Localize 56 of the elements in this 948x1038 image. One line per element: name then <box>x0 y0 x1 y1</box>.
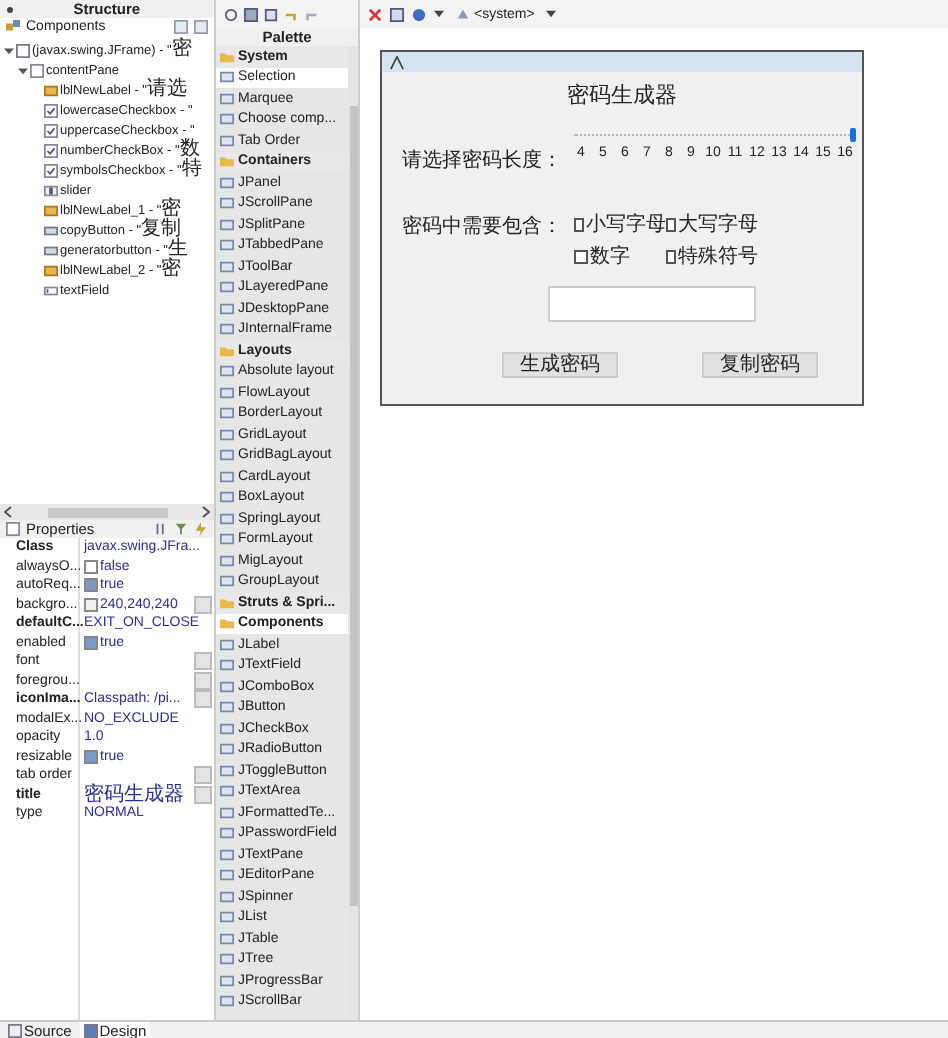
copy-button[interactable]: 复制密码 <box>702 352 818 378</box>
expand-all-icon[interactable] <box>174 20 188 34</box>
checkbox[interactable] <box>84 635 98 650</box>
color-swatch <box>84 597 98 612</box>
app-icon <box>390 55 404 69</box>
checkbox[interactable] <box>84 749 98 764</box>
include-label: 密码中需要包含： <box>402 213 562 240</box>
expand-arrow-icon[interactable] <box>18 65 28 75</box>
option-checkbox[interactable]: 小写字母 <box>574 210 666 238</box>
dropdown-arrow-icon[interactable] <box>546 10 557 18</box>
length-slider[interactable] <box>574 128 854 140</box>
window-icon <box>16 43 30 57</box>
checkbox[interactable] <box>84 559 98 574</box>
edit-button[interactable] <box>194 595 212 614</box>
checkbox-icon <box>44 123 58 137</box>
generate-button[interactable]: 生成密码 <box>502 352 618 378</box>
password-field[interactable] <box>548 286 756 322</box>
design-icon <box>83 1024 98 1038</box>
globe-icon[interactable] <box>412 7 426 21</box>
properties-icon <box>6 522 20 536</box>
delete-icon[interactable] <box>368 7 382 21</box>
folder-icon <box>220 154 234 169</box>
checkbox[interactable] <box>574 217 584 231</box>
option-checkbox[interactable]: 特殊符号 <box>666 242 758 270</box>
scroll-left-icon[interactable] <box>4 506 12 518</box>
label-icon <box>44 263 58 277</box>
folder-icon <box>220 49 234 64</box>
slider-icon <box>44 183 58 197</box>
checkbox[interactable] <box>84 578 98 593</box>
label-icon <box>44 83 58 97</box>
scroll-right-icon[interactable] <box>202 506 210 518</box>
slider-thumb[interactable] <box>850 128 856 142</box>
option-checkbox[interactable]: 数字 <box>574 242 666 270</box>
sort-icon[interactable] <box>154 522 168 536</box>
checkbox-icon <box>44 163 58 177</box>
text-field-icon <box>44 283 58 297</box>
checkbox[interactable] <box>666 217 676 231</box>
components-icon <box>6 20 20 34</box>
dropdown-arrow-icon[interactable] <box>434 10 444 18</box>
label-icon <box>44 203 58 217</box>
scrollbar-thumb[interactable] <box>47 507 167 517</box>
checkbox-icon <box>44 103 58 117</box>
checkbox-icon <box>44 143 58 157</box>
look-and-feel-icon <box>456 7 470 21</box>
collapse-all-icon[interactable] <box>194 20 208 34</box>
panel-icon <box>30 63 44 77</box>
expand-arrow-icon[interactable] <box>4 45 14 55</box>
folder-icon <box>220 343 234 358</box>
length-label: 请选择密码长度： <box>402 147 562 174</box>
option-checkbox[interactable]: 大写字母 <box>666 210 758 238</box>
checkbox[interactable] <box>666 249 676 263</box>
dot-icon <box>6 5 14 13</box>
checkbox[interactable] <box>574 249 588 263</box>
window-heading: 密码生成器 <box>565 81 679 110</box>
property-value[interactable]: 密码生成器 <box>84 785 184 805</box>
grid-icon[interactable] <box>390 7 404 21</box>
